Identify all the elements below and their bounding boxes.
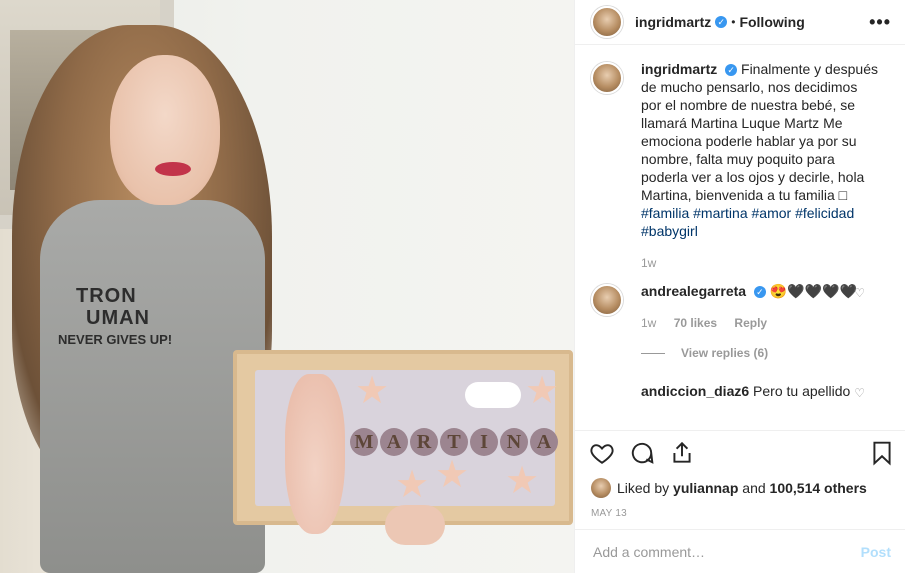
comment-username[interactable]: andiccion_diaz6 — [641, 383, 749, 399]
likes-and: and — [742, 480, 766, 496]
bunny-figure — [285, 374, 345, 534]
hashtag-link[interactable]: #amor — [752, 205, 792, 221]
sign-letters: M A R T I N A — [350, 428, 558, 456]
comment-like-heart-icon[interactable]: ♡ — [854, 286, 865, 300]
hashtag-link[interactable]: #felicidad — [795, 205, 854, 221]
name-sign: ★ ★ ★ ★ ★ M A R T I N A — [233, 350, 573, 534]
caption-time[interactable]: 1w — [641, 256, 656, 270]
star-icon: ★ — [355, 370, 390, 412]
likes-summary: Liked by yuliannap and 100,514 others — [591, 478, 867, 498]
star-icon: ★ — [435, 454, 470, 496]
caption-meta: 1w — [641, 254, 881, 272]
reply-button[interactable]: Reply — [734, 316, 767, 330]
sign-letter: I — [470, 428, 498, 456]
comment-text: Pero tu apellido — [753, 383, 851, 399]
hashtag-link[interactable]: #martina — [693, 205, 747, 221]
verified-badge-icon: ✓ — [753, 286, 766, 299]
comment-item: andrealegarreta ✓ 😍🖤🖤🖤🖤 1w 70 likes Repl… — [591, 282, 889, 332]
avatar[interactable] — [591, 478, 611, 498]
photo-torso — [40, 200, 265, 573]
sign-letter: N — [500, 428, 528, 456]
heart-icon[interactable] — [589, 440, 615, 466]
comment-input[interactable] — [591, 542, 861, 561]
post-header: ingridmartz ✓ • Following ••• — [575, 0, 905, 45]
avatar[interactable] — [591, 62, 623, 94]
verified-badge-icon: ✓ — [715, 16, 728, 28]
comment-likes[interactable]: 70 likes — [674, 316, 717, 330]
hashtag-link[interactable]: #familia — [641, 205, 689, 221]
sign-letter: A — [530, 428, 558, 456]
bookmark-icon[interactable] — [869, 440, 895, 466]
sign-letter: A — [380, 428, 408, 456]
likes-prefix: Liked by — [617, 480, 670, 496]
comment-text: 😍🖤🖤🖤🖤 — [769, 283, 858, 299]
replies-divider — [641, 352, 665, 354]
post-date[interactable]: MAY 13 — [591, 508, 627, 519]
separator-dot: • — [731, 15, 736, 29]
hashtag-link[interactable]: #babygirl — [641, 223, 698, 239]
avatar[interactable] — [591, 6, 623, 38]
sign-letter: R — [410, 428, 438, 456]
verified-badge-icon: ✓ — [725, 64, 738, 77]
shirt-line: UMAN — [86, 307, 150, 329]
sign-letter: T — [440, 428, 468, 456]
caption-text: Finalmente y después de mucho pensarlo, … — [641, 61, 878, 203]
post-photo[interactable]: TRON UMAN NEVER GIVES UP! ★ ★ ★ ★ ★ M A … — [0, 0, 574, 573]
comment-like-heart-icon[interactable]: ♡ — [854, 386, 865, 400]
post-comment-button[interactable]: Post — [861, 544, 891, 560]
shirt-print: TRON UMAN NEVER GIVES UP! — [58, 285, 228, 351]
cloud-figure — [465, 382, 521, 408]
post-side-panel: ingridmartz ✓ • Following ••• ingridmart… — [574, 0, 905, 573]
comments-scroll-area[interactable]: ingridmartz ✓ Finalmente y después de mu… — [575, 44, 905, 430]
photo-lips — [155, 162, 191, 176]
caption-username[interactable]: ingridmartz — [641, 61, 717, 77]
comment-icon[interactable] — [629, 440, 655, 466]
more-horizontal-icon[interactable]: ••• — [869, 12, 891, 33]
comment-username[interactable]: andrealegarreta — [641, 283, 746, 299]
photo-hand — [385, 505, 445, 545]
view-replies-button[interactable]: View replies (6) — [641, 346, 889, 360]
author-username[interactable]: ingridmartz — [635, 14, 711, 30]
share-icon[interactable] — [669, 440, 695, 466]
shirt-line: NEVER GIVES UP! — [58, 332, 173, 347]
add-comment-bar: Post — [575, 529, 905, 573]
comment-meta: 1w 70 likes Reply — [641, 314, 881, 332]
instagram-post-modal: TRON UMAN NEVER GIVES UP! ★ ★ ★ ★ ★ M A … — [0, 0, 905, 573]
caption: ingridmartz ✓ Finalmente y después de mu… — [591, 60, 889, 272]
liked-by-username[interactable]: yuliannap — [673, 480, 738, 496]
shirt-line: TRON — [76, 285, 137, 307]
star-icon: ★ — [505, 460, 540, 502]
comment-time[interactable]: 1w — [641, 316, 656, 330]
star-icon: ★ — [525, 370, 560, 412]
comment-item: andiccion_diaz6 Pero tu apellido ♡ — [591, 382, 889, 416]
photo-face — [110, 55, 220, 205]
post-actions-bar — [575, 430, 905, 474]
follow-status-button[interactable]: Following — [739, 14, 804, 30]
star-icon: ★ — [395, 464, 430, 506]
likes-count-link[interactable]: 100,514 others — [770, 480, 867, 496]
avatar[interactable] — [591, 284, 623, 316]
sign-letter: M — [350, 428, 378, 456]
